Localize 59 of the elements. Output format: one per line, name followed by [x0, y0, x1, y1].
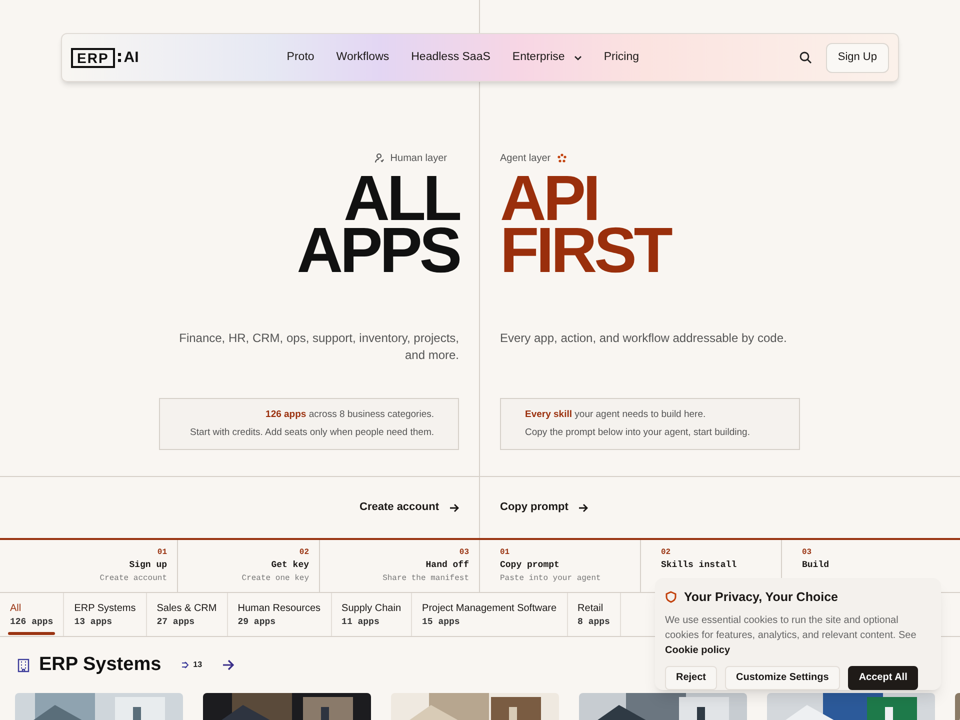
category-tab[interactable]: Project Management Software 15 apps	[412, 593, 568, 636]
cookie-policy-link[interactable]: Cookie policy	[665, 644, 730, 656]
hero-description: Every app, action, and workflow addressable by code.	[500, 330, 788, 347]
step-number: 03	[459, 547, 469, 559]
next-arrow-icon[interactable]	[222, 659, 234, 671]
accept-button[interactable]: Accept All	[848, 666, 918, 690]
info-text: Every skill your agent needs to build here.	[525, 408, 706, 422]
cookie-option-button[interactable]: Reject	[665, 666, 718, 690]
category-tab[interactable]: Retail 8 apps	[568, 593, 621, 636]
info-text: Copy the prompt below into your agent, start building.	[525, 426, 750, 440]
cookie-title: Your Privacy, Your Choice	[684, 589, 838, 606]
step-title: Copy prompt	[500, 559, 560, 572]
search-icon[interactable]	[798, 51, 812, 64]
copy-prompt-link[interactable]: Copy prompt	[500, 499, 588, 516]
step-subtitle: Create one key	[242, 573, 309, 585]
step-subtitle: Share the manifest	[382, 573, 469, 585]
create-account-link[interactable]: Create account	[360, 499, 459, 516]
category-tab[interactable]: ERP Systems 13 apps	[64, 593, 147, 636]
nav-link[interactable]: Proto	[286, 48, 314, 66]
step-number: 02	[661, 547, 671, 559]
shield-icon	[665, 591, 677, 604]
hero-heading: FIRST	[500, 224, 670, 276]
nav-link[interactable]: Headless SaaS	[411, 48, 490, 66]
nav-link[interactable]: Workflows	[336, 48, 390, 66]
step-number: 03	[802, 547, 812, 559]
info-text: 126 apps across 8 business categories.	[266, 408, 434, 422]
person-icon	[374, 153, 384, 163]
sign-up-button[interactable]: Sign Up	[826, 42, 889, 72]
cookie-option-button[interactable]: Customize Settings	[725, 666, 840, 690]
category-tab[interactable]: Sales & CRM 27 apps	[146, 593, 228, 636]
sparkle-icon	[556, 153, 567, 163]
category-tab[interactable]: All 126 apps	[0, 593, 64, 636]
building-icon	[16, 658, 31, 672]
step-number: 01	[500, 547, 510, 559]
layer-label: Agent layer	[500, 152, 551, 166]
hero-description: Finance, HR, CRM, ops, support, inventory, projects, and more.	[178, 330, 459, 364]
layer-label: Human layer	[390, 152, 447, 166]
hero-heading: API	[500, 172, 598, 224]
nav-link[interactable]: Enterprise	[512, 48, 582, 66]
step-title: Get key	[271, 559, 309, 572]
step-title: Skills install	[661, 559, 737, 572]
info-text: Start with credits. Add seats only when people need them.	[190, 426, 434, 440]
step-subtitle: Create account	[100, 573, 167, 585]
arrow-icon	[578, 502, 588, 512]
step-number: 02	[299, 547, 309, 559]
step-subtitle: Paste into your agent	[500, 573, 601, 585]
section-title: ERP Systems	[39, 652, 162, 677]
hero-heading: APPS	[296, 224, 459, 276]
arrow-icon	[449, 502, 459, 512]
step-title: Build	[802, 559, 830, 572]
step-title: Sign up	[129, 559, 167, 572]
nav-link[interactable]: Pricing	[604, 48, 639, 66]
cookie-text: We use essential cookies to run the site and optional cookies for features, analytics, and relevant content. See Cookie policy	[665, 614, 918, 658]
category-tab[interactable]: Supply Chain 11 apps	[332, 593, 412, 636]
step-number: 01	[157, 547, 167, 559]
category-tab[interactable]: Human Resources 29 apps	[228, 593, 332, 636]
step-title: Hand off	[426, 559, 469, 572]
hero-heading: ALL	[344, 172, 459, 224]
app-count: 13	[181, 659, 202, 671]
